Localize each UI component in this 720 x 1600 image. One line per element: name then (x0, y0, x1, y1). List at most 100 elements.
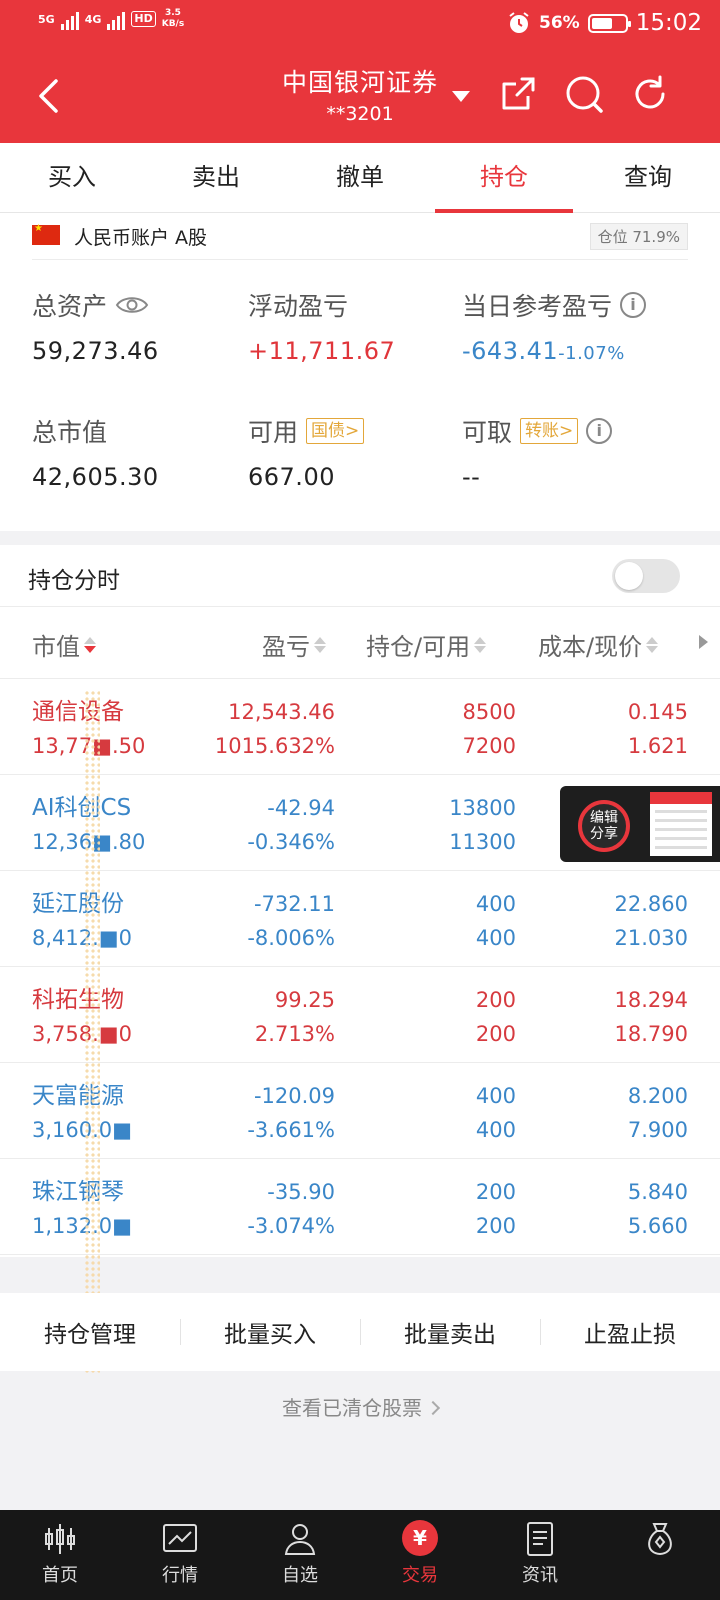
hd-voice-badge: HD (131, 11, 156, 27)
total-assets-value: 59,273.46 (32, 337, 159, 365)
withdrawable-label: 可取 (462, 418, 513, 447)
divider (32, 259, 688, 260)
stock-pl: -35.90 (267, 1180, 335, 1204)
edit-share-button[interactable]: 编辑 分享 (578, 800, 630, 852)
scroll-right-icon[interactable] (699, 635, 708, 649)
table-row[interactable]: 通信设备 13,77■.50 12,543.46 1015.632% 8500 … (0, 679, 720, 775)
stock-name: 珠江钢琴 (32, 1179, 124, 1205)
market-value: 总市值 42,605.30 (32, 413, 159, 491)
intraday-row: 持仓分时 (0, 545, 720, 607)
sort-icon (314, 636, 326, 653)
stock-pl-pct: -0.346% (247, 830, 335, 854)
stock-name: 科拓生物 (32, 987, 124, 1013)
cleared-stocks-label: 查看已清仓股票 (282, 1396, 422, 1420)
withdrawable-value: -- (462, 463, 481, 491)
tab-positions[interactable]: 持仓 (432, 143, 576, 213)
tab-cancel[interactable]: 撤单 (288, 143, 432, 212)
stock-cost: 22.860 (614, 892, 688, 916)
stock-cost: 5.840 (627, 1180, 688, 1204)
stock-holding: 13800 (449, 796, 516, 820)
table-row[interactable]: 科拓生物 3,758.■0 99.25 2.713% 200 200 18.29… (0, 967, 720, 1063)
today-pl-label: 当日参考盈亏 (462, 292, 613, 321)
nav-news[interactable]: 资讯 (480, 1510, 600, 1600)
batch-sell-button[interactable]: 批量卖出 (360, 1315, 540, 1349)
nav-market[interactable]: 行情 (120, 1510, 240, 1600)
table-row[interactable]: 延江股份 8,412.■0 -732.11 -8.006% 400 400 22… (0, 871, 720, 967)
network-indicators: 5G 4G HD 3.5 KB/s (38, 8, 184, 30)
take-profit-stop-loss-button[interactable]: 止盈止损 (540, 1315, 720, 1349)
position-ratio-badge: 仓位 71.9% (589, 223, 688, 250)
eye-icon[interactable] (115, 294, 149, 316)
column-pl: 盈亏 (262, 633, 310, 661)
stock-pl-pct: 2.713% (254, 1022, 335, 1046)
signal-icon (107, 8, 126, 30)
column-cost-price: 成本/现价 (538, 633, 643, 661)
battery-icon (587, 13, 631, 33)
stock-name: 延江股份 (32, 891, 124, 917)
tab-buy[interactable]: 买入 (0, 143, 144, 212)
stock-available: 200 (475, 1022, 516, 1046)
network-4g-label: 4G (84, 12, 102, 26)
tab-query[interactable]: 查询 (576, 143, 720, 212)
broker-selector[interactable]: 中国银河证券 **3201 (260, 63, 460, 125)
back-arrow-icon[interactable] (34, 78, 64, 114)
money-bag-icon (648, 1523, 672, 1556)
table-row[interactable]: 天富能源 3,160.0■ -120.09 -3.661% 400 400 8.… (0, 1063, 720, 1159)
network-5g-label: 5G (38, 12, 55, 26)
account-summary: 人民币账户 A股 仓位 71.9% 总资产 59,273.46 浮动盈亏 +11… (0, 213, 720, 531)
stock-holding: 400 (475, 1084, 516, 1108)
nav-label: 资讯 (522, 1565, 558, 1586)
stock-holding: 200 (475, 1180, 516, 1204)
stock-available: 400 (475, 926, 516, 950)
network-speed: 3.5 KB/s (162, 8, 184, 30)
total-assets-label: 总资产 (32, 292, 108, 321)
transfer-button[interactable]: 转账> (520, 418, 579, 444)
stock-holding: 8500 (462, 700, 516, 724)
share-widget[interactable]: 编辑 分享 (560, 786, 720, 862)
stock-name: 天富能源 (32, 1083, 124, 1109)
manage-positions-button[interactable]: 持仓管理 (0, 1315, 180, 1349)
chevron-down-icon[interactable] (452, 91, 470, 102)
stock-available: 200 (475, 1214, 516, 1238)
search-icon[interactable] (564, 74, 604, 114)
today-pl-pct: -1.07% (558, 343, 625, 364)
nav-watchlist[interactable]: 自选 (240, 1510, 360, 1600)
market-value-value: 42,605.30 (32, 463, 159, 491)
stock-pl: -120.09 (253, 1084, 335, 1108)
account-type-label: 人民币账户 A股 (74, 227, 208, 249)
batch-buy-button[interactable]: 批量买入 (180, 1315, 360, 1349)
stock-market-value: 8,412.■0 (32, 926, 132, 950)
redaction-scribble (84, 690, 100, 1375)
sort-icon (646, 636, 659, 653)
stock-cost: 0.145 (627, 700, 688, 724)
nav-trade[interactable]: ¥ 交易 (360, 1510, 480, 1600)
intraday-label: 持仓分时 (28, 568, 120, 594)
cleared-stocks-link[interactable]: 查看已清仓股票 (0, 1392, 720, 1421)
today-pl-value: -643.41-1.07% (462, 337, 646, 365)
column-holdings: 持仓/可用 (366, 633, 471, 661)
table-row[interactable]: 珠江钢琴 1,132.0■ -35.90 -3.074% 200 200 5.8… (0, 1159, 720, 1255)
info-icon[interactable]: i (620, 292, 647, 318)
sort-market-value[interactable]: 市值 (32, 627, 96, 662)
screenshot-thumbnail[interactable] (650, 792, 712, 856)
sort-cost[interactable]: 成本/现价 (538, 627, 659, 662)
intraday-toggle[interactable] (612, 559, 680, 593)
refresh-icon[interactable] (630, 74, 670, 114)
stock-price: 21.030 (614, 926, 688, 950)
treasury-bond-button[interactable]: 国债> (306, 418, 365, 444)
nav-wealth[interactable] (600, 1510, 720, 1600)
clock: 15:02 (635, 10, 702, 36)
document-icon (527, 1522, 553, 1556)
stock-price: 5.660 (627, 1214, 688, 1238)
info-icon[interactable]: i (586, 418, 613, 444)
position-actions: 持仓管理 批量买入 批量卖出 止盈止损 (0, 1293, 720, 1371)
nav-home[interactable]: 首页 (0, 1510, 120, 1600)
app-header: 5G 4G HD 3.5 KB/s 56% 15:02 中国银河证券 **320… (0, 0, 720, 143)
sort-pl[interactable]: 盈亏 (262, 627, 326, 662)
available-value: 667.00 (248, 463, 335, 491)
sort-icon (84, 636, 96, 653)
sort-holdings[interactable]: 持仓/可用 (366, 627, 487, 662)
tab-sell[interactable]: 卖出 (144, 143, 288, 212)
stock-cost: 18.294 (614, 988, 688, 1012)
export-icon[interactable] (498, 74, 538, 114)
